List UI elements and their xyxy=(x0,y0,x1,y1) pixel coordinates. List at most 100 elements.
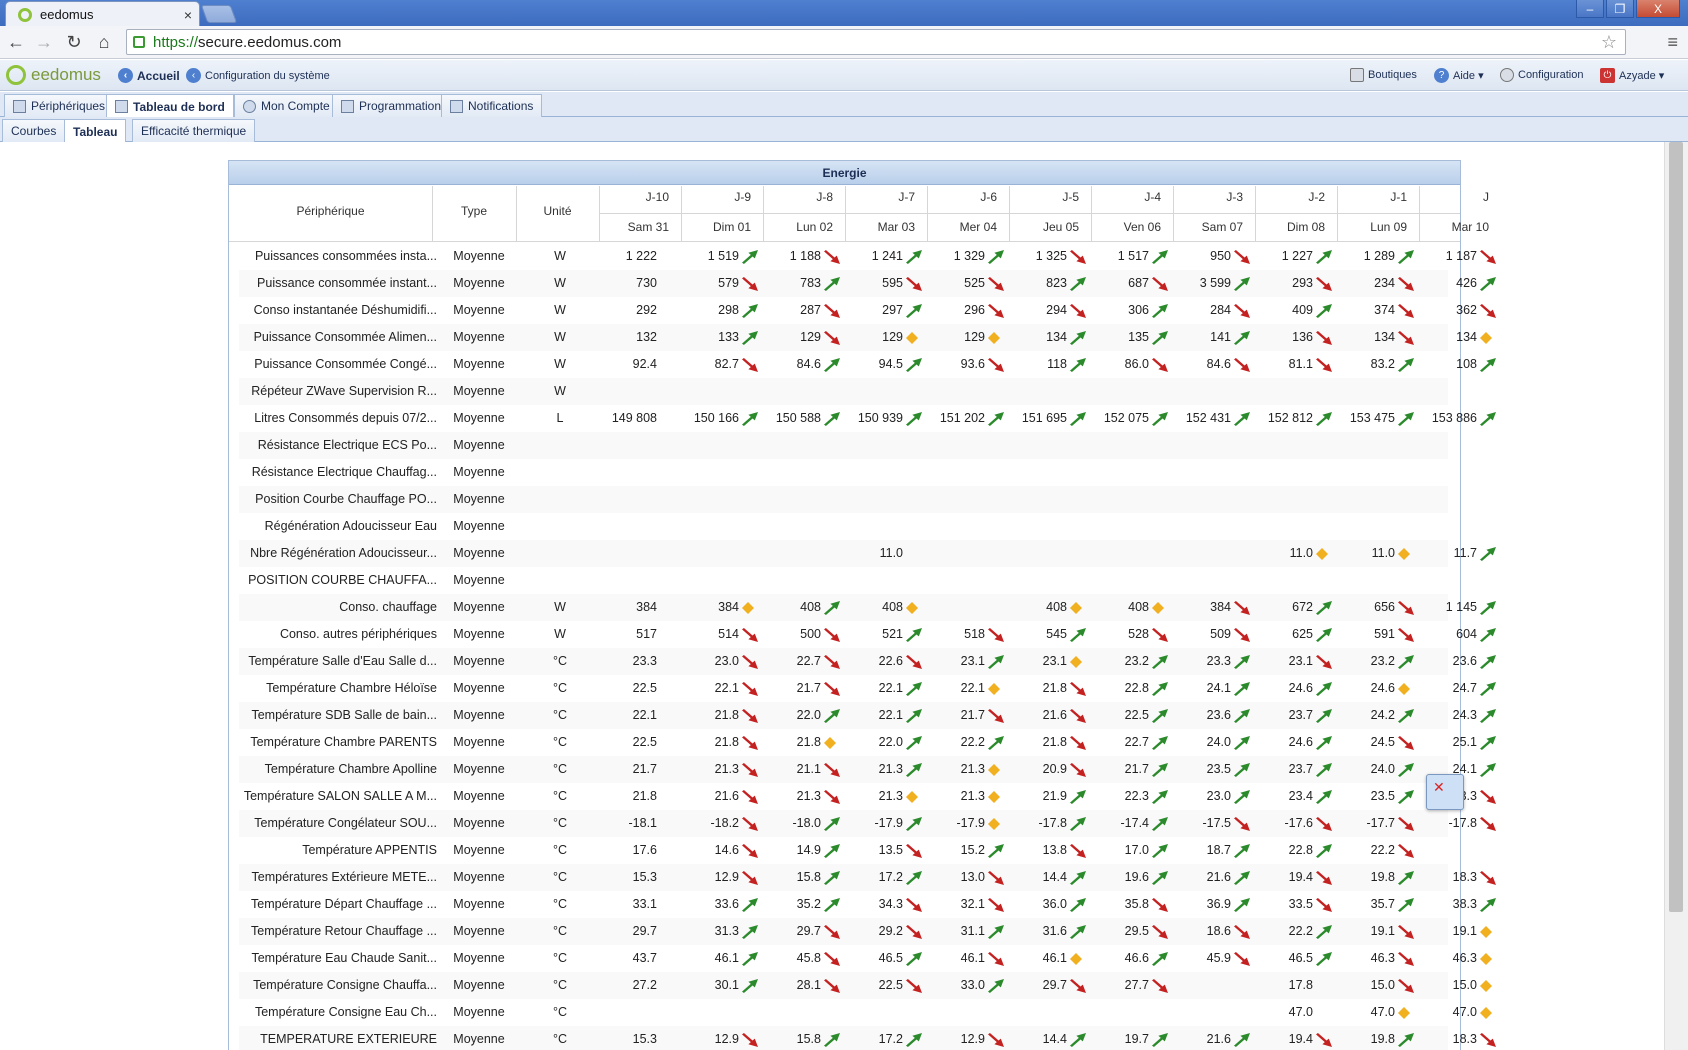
peripheral-name[interactable]: Régénération Adoucisseur Eau xyxy=(239,513,437,540)
tab-peripheriques[interactable]: Périphériques xyxy=(4,94,115,117)
table-row[interactable]: Puissance Consommée Alimen... Moyenne W 132… xyxy=(239,324,1492,351)
peripheral-name[interactable]: Position Courbe Chauffage PO... xyxy=(239,486,437,513)
col-header-day[interactable]: J-8 xyxy=(763,190,833,204)
table-row[interactable]: Puissance Consommée Congé... Moyenne W 92.4… xyxy=(239,351,1496,378)
close-window-button[interactable]: X xyxy=(1636,0,1680,18)
scrollbar-thumb[interactable] xyxy=(1669,142,1683,912)
table-row[interactable]: Puissance consommée instant... Moyenne W 73… xyxy=(239,270,1496,297)
table-row[interactable]: Résistance Electrique ECS Po... Moyenne xyxy=(239,432,1448,459)
col-header-day[interactable]: J-10 xyxy=(599,190,669,204)
peripheral-name[interactable]: Conso. autres périphériques xyxy=(239,621,437,648)
table-row[interactable]: Température SALON SALLE A M... Moyenne °C 2… xyxy=(239,783,1496,810)
peripheral-name[interactable]: Répéteur ZWave Supervision R... xyxy=(239,378,437,405)
table-row[interactable]: Conso instantanée Déshumidifi... Moyenne W… xyxy=(239,297,1496,324)
user-menu[interactable]: ⏻ Azyade ▾ xyxy=(1600,68,1664,83)
table-row[interactable]: Litres Consommés depuis 07/2... Moyenne L 1… xyxy=(239,405,1496,432)
peripheral-name[interactable]: Conso. chauffage xyxy=(239,594,437,621)
new-tab-button[interactable] xyxy=(200,5,238,23)
configuration-link[interactable]: Configuration xyxy=(1500,68,1583,82)
minimize-button[interactable]: – xyxy=(1576,0,1604,18)
col-header-day[interactable]: J-7 xyxy=(845,190,915,204)
table-row[interactable]: Température Eau Chaude Sanit... Moyenne °C… xyxy=(239,945,1492,972)
home-icon[interactable]: ⌂ xyxy=(92,31,116,53)
col-header-day[interactable]: J-6 xyxy=(927,190,997,204)
peripheral-name[interactable]: Température Salle d'Eau Salle d... xyxy=(239,648,437,675)
tab-tableau[interactable]: Tableau xyxy=(64,119,127,143)
table-row[interactable]: Régénération Adoucisseur Eau Moyenne xyxy=(239,513,1448,540)
peripheral-name[interactable]: Température SALON SALLE A M... xyxy=(239,783,437,810)
table-row[interactable]: Position Courbe Chauffage PO... Moyenne xyxy=(239,486,1448,513)
table-row[interactable]: Température Consigne Chauffa... Moyenne °C… xyxy=(239,972,1492,999)
floating-widget-button[interactable]: ✕ xyxy=(1426,774,1464,810)
table-row[interactable]: Température Chambre Apolline Moyenne °C 21.… xyxy=(239,756,1496,783)
table-row[interactable]: Conso. chauffage Moyenne W 384 384 408 408 408 4… xyxy=(239,594,1496,621)
table-row[interactable]: Température Retour Chauffage ... Moyenne °… xyxy=(239,918,1492,945)
col-header-day[interactable]: J-1 xyxy=(1337,190,1407,204)
peripheral-name[interactable]: Température SDB Salle de bain... xyxy=(239,702,437,729)
peripheral-name[interactable]: Puissance Consommée Congé... xyxy=(239,351,437,378)
table-row[interactable]: Températures Extérieure METE... Moyenne °C… xyxy=(239,864,1496,891)
table-row[interactable]: Conso. autres périphériques Moyenne W 517 51… xyxy=(239,621,1496,648)
table-row[interactable]: Température SDB Salle de bain... Moyenne °… xyxy=(239,702,1496,729)
tab-programmation[interactable]: Programmation xyxy=(332,94,451,117)
table-row[interactable]: POSITION COURBE CHAUFFA... Moyenne xyxy=(239,567,1448,594)
col-header-day[interactable]: J-2 xyxy=(1255,190,1325,204)
config-system-link[interactable]: ‹ Configuration du système xyxy=(186,68,330,83)
table-row[interactable]: Puissances consommées insta... Moyenne W 1 … xyxy=(239,243,1496,270)
tab-tableau-de-bord[interactable]: Tableau de bord xyxy=(106,94,234,118)
col-header-day[interactable]: J-5 xyxy=(1009,190,1079,204)
col-header-day[interactable]: J-9 xyxy=(681,190,751,204)
table-row[interactable]: Température Départ Chauffage ... Moyenne °… xyxy=(239,891,1496,918)
eedomus-logo[interactable]: eedomus xyxy=(6,65,101,85)
col-header-day[interactable]: J-3 xyxy=(1173,190,1243,204)
forward-arrow-icon[interactable]: → xyxy=(32,31,56,53)
peripheral-name[interactable]: Température Départ Chauffage ... xyxy=(239,891,437,918)
page-scrollbar[interactable] xyxy=(1664,142,1688,1050)
peripheral-name[interactable]: Puissance Consommée Alimen... xyxy=(239,324,437,351)
accueil-link[interactable]: ‹ Accueil xyxy=(118,68,180,83)
aide-menu[interactable]: ? Aide ▾ xyxy=(1434,68,1484,83)
table-row[interactable]: Nbre Régénération Adoucisseur... Moyenne 1… xyxy=(239,540,1496,567)
peripheral-name[interactable]: Résistance Electrique Chauffag... xyxy=(239,459,437,486)
col-header-day[interactable]: J-4 xyxy=(1091,190,1161,204)
maximize-button[interactable]: ❐ xyxy=(1606,0,1634,18)
tab-notifications[interactable]: Notifications xyxy=(441,94,543,117)
peripheral-name[interactable]: Résistance Electrique ECS Po... xyxy=(239,432,437,459)
peripheral-name[interactable]: POSITION COURBE CHAUFFA... xyxy=(239,567,437,594)
peripheral-name[interactable]: TEMPERATURE EXTERIEURE xyxy=(239,1026,437,1050)
address-bar[interactable]: https:// secure.eedomus.com ☆ xyxy=(126,29,1626,55)
peripheral-name[interactable]: Température Chambre PARENTS xyxy=(239,729,437,756)
table-row[interactable]: Température Chambre Héloïse Moyenne °C 22.5… xyxy=(239,675,1496,702)
tab-efficacite-thermique[interactable]: Efficacité thermique xyxy=(132,119,256,142)
table-row[interactable]: Température APPENTIS Moyenne °C 17.6 14.6 14.… xyxy=(239,837,1448,864)
peripheral-name[interactable]: Température Chambre Apolline xyxy=(239,756,437,783)
col-header-peripherique[interactable]: Périphérique xyxy=(229,204,432,218)
peripheral-name[interactable]: Température Eau Chaude Sanit... xyxy=(239,945,437,972)
col-header-day[interactable]: J xyxy=(1419,190,1489,204)
peripheral-name[interactable]: Température Congélateur SOU... xyxy=(239,810,437,837)
col-header-unite[interactable]: Unité xyxy=(516,204,599,218)
browser-tab[interactable]: eedomus × xyxy=(5,1,200,27)
boutiques-link[interactable]: Boutiques xyxy=(1350,68,1417,82)
bookmark-star-icon[interactable]: ☆ xyxy=(1601,32,1617,53)
peripheral-name[interactable]: Température Consigne Chauffa... xyxy=(239,972,437,999)
col-header-type[interactable]: Type xyxy=(432,204,516,218)
tab-close-icon[interactable]: × xyxy=(177,7,199,23)
peripheral-name[interactable]: Nbre Régénération Adoucisseur... xyxy=(239,540,437,567)
table-row[interactable]: Résistance Electrique Chauffag... Moyenne xyxy=(239,459,1448,486)
peripheral-name[interactable]: Température APPENTIS xyxy=(239,837,437,864)
peripheral-name[interactable]: Conso instantanée Déshumidifi... xyxy=(239,297,437,324)
peripheral-name[interactable]: Litres Consommés depuis 07/2... xyxy=(239,405,437,432)
table-row[interactable]: Répéteur ZWave Supervision R... Moyenne W xyxy=(239,378,1448,405)
browser-menu-icon[interactable]: ≡ xyxy=(1667,32,1678,53)
peripheral-name[interactable]: Puissances consommées insta... xyxy=(239,243,437,270)
peripheral-name[interactable]: Température Chambre Héloïse xyxy=(239,675,437,702)
tab-mon-compte[interactable]: Mon Compte xyxy=(234,94,339,117)
peripheral-name[interactable]: Puissance consommée instant... xyxy=(239,270,437,297)
reload-icon[interactable]: ↻ xyxy=(62,31,86,53)
table-row[interactable]: Température Salle d'Eau Salle d... Moyenn… xyxy=(239,648,1496,675)
table-row[interactable]: Température Consigne Eau Ch... Moyenne °C 4… xyxy=(239,999,1492,1026)
peripheral-name[interactable]: Température Retour Chauffage ... xyxy=(239,918,437,945)
back-arrow-icon[interactable]: ← xyxy=(4,31,28,53)
table-row[interactable]: Température Congélateur SOU... Moyenne °C -… xyxy=(239,810,1496,837)
